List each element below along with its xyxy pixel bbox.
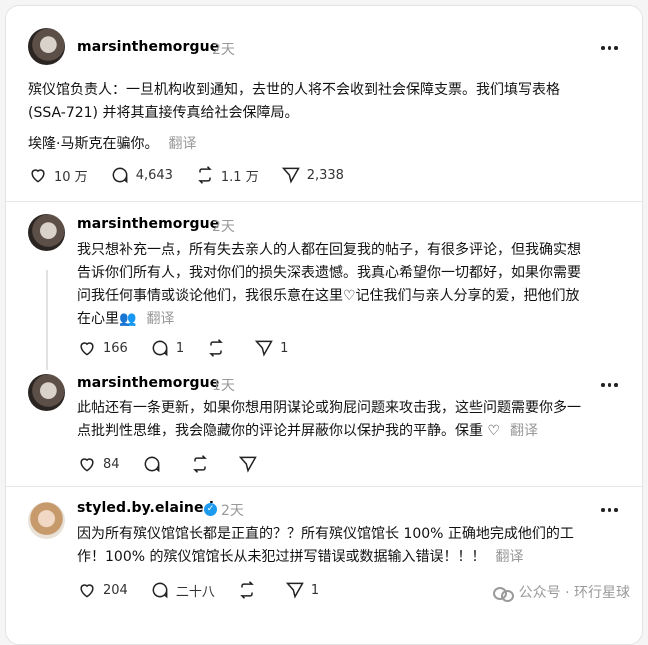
- translate-link[interactable]: 翻译: [168, 136, 196, 152]
- post-text-line-group: 在心里👥 翻译: [77, 308, 632, 331]
- post-text-line-group: 点批判性思维，我会隐藏你的评论并屏蔽你以保护我的平静。保重 ♡ 翻译: [77, 420, 632, 443]
- share-button[interactable]: [238, 454, 264, 474]
- post-text-line: 告诉你们所有人，我对你们的损失深表遗憾。我真心希望你一切都好，如果你需要: [77, 262, 632, 285]
- thread-card: marsinthemorgue 2天 殡仪馆负责人：一旦机构收到通知，去世的人将…: [5, 5, 643, 645]
- post-time[interactable]: 2天: [221, 500, 244, 520]
- post-text-line: (SSA-721) 并将其直接传真给社会保障局。: [28, 102, 628, 125]
- share-count: 1: [280, 341, 288, 356]
- repost-icon: [206, 338, 226, 358]
- share-button[interactable]: 1: [254, 338, 288, 358]
- repost-button[interactable]: 1.1 万: [195, 165, 259, 185]
- post-text-line: 此帖还有一条更新，如果你想用阴谋论或狗屁问题来攻击我，这些问题需要你多一: [77, 397, 632, 420]
- action-bar: 84: [77, 454, 286, 474]
- avatar[interactable]: [28, 214, 65, 251]
- post-time[interactable]: 2天: [212, 216, 235, 236]
- watermark: 公众号 · 环行星球: [493, 582, 630, 602]
- translate-link[interactable]: 翻译: [510, 423, 538, 439]
- heart-icon: [77, 338, 97, 358]
- heart-icon: [77, 580, 97, 600]
- repost-button[interactable]: [237, 580, 263, 600]
- verified-badge-icon: ✓: [204, 503, 217, 516]
- like-count: 204: [103, 583, 128, 598]
- post-1: marsinthemorgue 2天 殡仪馆负责人：一旦机构收到通知，去世的人将…: [6, 6, 642, 201]
- comment-icon: [150, 338, 170, 358]
- more-options-icon[interactable]: [601, 505, 621, 515]
- repost-button[interactable]: [190, 454, 216, 474]
- post-text-line: 在心里👥: [77, 311, 136, 327]
- repost-count: 1.1 万: [221, 166, 259, 185]
- share-button[interactable]: 2,338: [281, 165, 344, 185]
- post-2: marsinthemorgue 2天 我只想补充一点，所有失去亲人的人都在回复我…: [6, 202, 642, 359]
- wechat-icon: [493, 585, 513, 599]
- like-button[interactable]: 84: [77, 454, 120, 474]
- watermark-text: 公众号 · 环行星球: [519, 582, 630, 602]
- comment-icon: [142, 454, 162, 474]
- username[interactable]: marsinthemorgue: [77, 216, 219, 232]
- reply-count: 1: [176, 341, 184, 356]
- username[interactable]: styled.by.elaine.j: [77, 500, 214, 516]
- post-text: 殡仪馆负责人：一旦机构收到通知，去世的人将不会收到社会保障支票。我们填写表格 (…: [28, 79, 628, 156]
- post-text-line: 我只想补充一点，所有失去亲人的人都在回复我的帖子，有很多评论，但我确实想: [77, 239, 632, 262]
- send-icon: [238, 454, 258, 474]
- username[interactable]: marsinthemorgue: [77, 39, 219, 55]
- post-text-line: 作！100% 的殡仪馆馆长从未犯过拼写错误或数据输入错误！！！: [77, 549, 485, 565]
- post-3: marsinthemorgue 1天 此帖还有一条更新，如果你想用阴谋论或狗屁问…: [6, 359, 642, 486]
- reply-button[interactable]: 1: [150, 338, 184, 358]
- repost-icon: [237, 580, 257, 600]
- post-text-line: 问我任何事情或谈论他们，我很乐意在这里♡记住我们与亲人分享的爱，把他们放: [77, 285, 632, 308]
- repost-icon: [195, 165, 215, 185]
- like-button[interactable]: 10 万: [28, 165, 88, 185]
- action-bar: 10 万 4,643 1.1 万 2,338: [28, 165, 366, 185]
- post-time[interactable]: 2天: [212, 39, 235, 59]
- avatar[interactable]: [28, 28, 65, 65]
- more-options-icon[interactable]: [601, 380, 621, 390]
- comment-icon: [150, 580, 170, 600]
- avatar[interactable]: [28, 374, 65, 411]
- like-count: 166: [103, 341, 128, 356]
- post-text-line: 埃隆·马斯克在骗你。: [28, 136, 158, 152]
- like-button[interactable]: 204: [77, 580, 128, 600]
- post-text-line: 殡仪馆负责人：一旦机构收到通知，去世的人将不会收到社会保障支票。我们填写表格: [28, 79, 628, 102]
- share-count: 2,338: [307, 168, 344, 183]
- post-text: 此帖还有一条更新，如果你想用阴谋论或狗屁问题来攻击我，这些问题需要你多一 点批判…: [77, 397, 632, 443]
- translate-link[interactable]: 翻译: [495, 549, 523, 565]
- send-icon: [281, 165, 301, 185]
- reply-button[interactable]: [142, 454, 168, 474]
- post-text-line-group: 埃隆·马斯克在骗你。翻译: [28, 133, 628, 156]
- send-icon: [285, 580, 305, 600]
- translate-link[interactable]: 翻译: [146, 311, 174, 327]
- post-time[interactable]: 1天: [212, 375, 235, 395]
- reply-button[interactable]: 4,643: [110, 165, 173, 185]
- like-count: 10 万: [54, 166, 88, 185]
- reply-count: 4,643: [136, 168, 173, 183]
- thread-connector: [46, 270, 48, 370]
- like-button[interactable]: 166: [77, 338, 128, 358]
- send-icon: [254, 338, 274, 358]
- heart-icon: [28, 165, 48, 185]
- share-count: 1: [311, 583, 319, 598]
- post-text: 因为所有殡仪馆馆长都是正直的？？所有殡仪馆馆长 100% 正确地完成他们的工 作…: [77, 523, 632, 569]
- post-text-line: 点批判性思维，我会隐藏你的评论并屏蔽你以保护我的平静。保重 ♡: [77, 423, 500, 439]
- action-bar: 204 二十八 1: [77, 580, 341, 600]
- reply-button[interactable]: 二十八: [150, 580, 215, 600]
- avatar[interactable]: [28, 502, 65, 539]
- post-text-line: 因为所有殡仪馆馆长都是正直的？？所有殡仪馆馆长 100% 正确地完成他们的工: [77, 523, 632, 546]
- heart-icon: [77, 454, 97, 474]
- share-button[interactable]: 1: [285, 580, 319, 600]
- username[interactable]: marsinthemorgue: [77, 375, 219, 391]
- reply-count: 二十八: [176, 581, 215, 600]
- like-count: 84: [103, 457, 120, 472]
- repost-button[interactable]: [206, 338, 232, 358]
- action-bar: 166 1 1: [77, 338, 310, 358]
- post-text-line-group: 作！100% 的殡仪馆馆长从未犯过拼写错误或数据输入错误！！！ 翻译: [77, 546, 632, 569]
- more-options-icon[interactable]: [601, 43, 621, 53]
- post-text: 我只想补充一点，所有失去亲人的人都在回复我的帖子，有很多评论，但我确实想 告诉你…: [77, 239, 632, 331]
- repost-icon: [190, 454, 210, 474]
- comment-icon: [110, 165, 130, 185]
